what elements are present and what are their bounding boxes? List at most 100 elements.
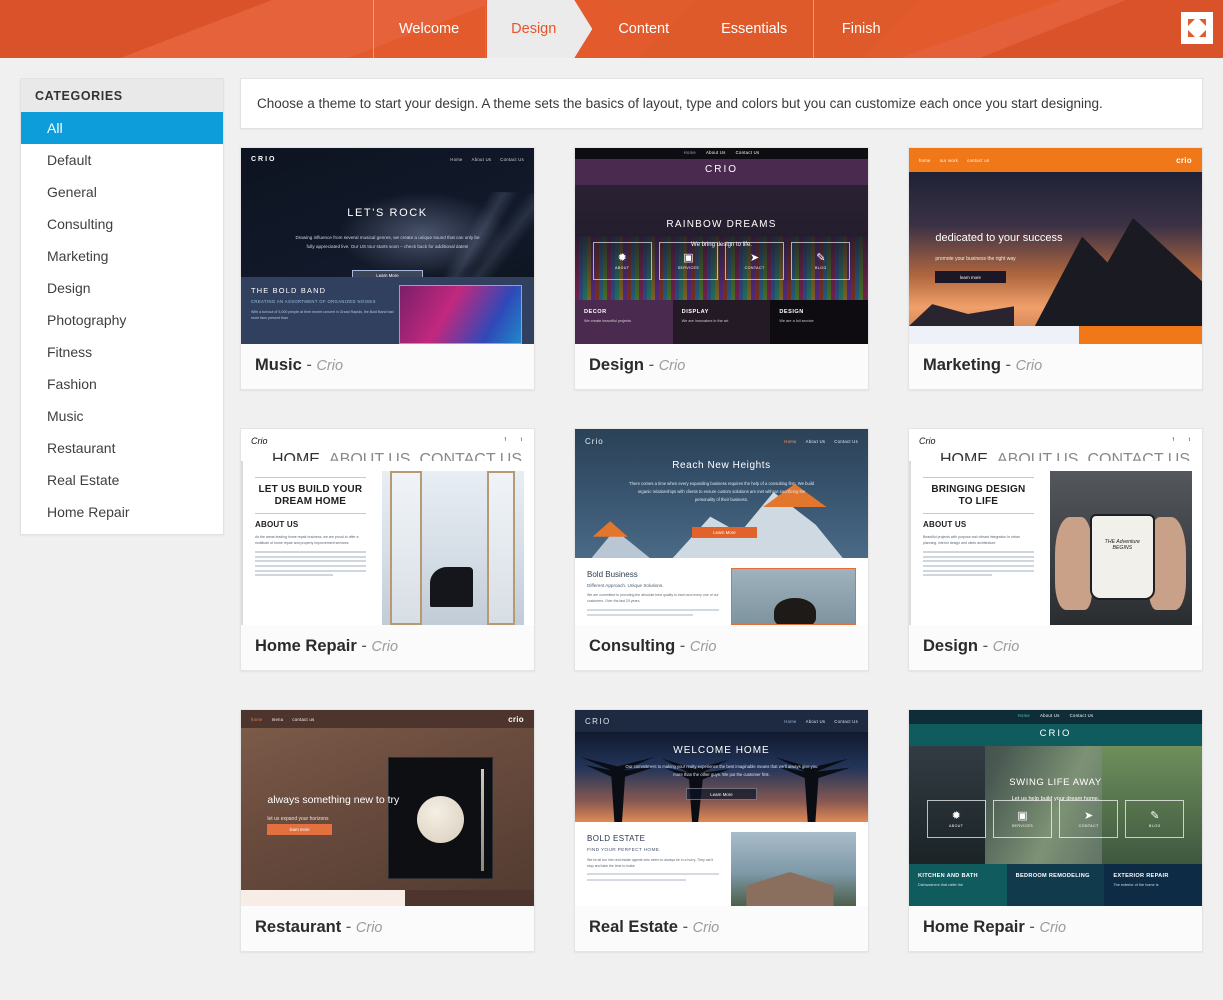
theme-name: Consulting — [589, 637, 676, 655]
sidebar-item-design[interactable]: Design — [21, 272, 223, 304]
theme-template: Crio — [689, 639, 717, 655]
page-body: CATEGORIES All Default General Consultin… — [0, 58, 1223, 1000]
theme-thumbnail: home our work contact us crio dedicated … — [909, 148, 1202, 344]
theme-card-real-estate[interactable]: CRIO Home About Us Contact Us WELCOME HO… — [574, 709, 869, 952]
theme-separator: - — [679, 637, 686, 655]
wizard-step-finish[interactable]: Finish — [813, 0, 909, 58]
preview-body: There comes a time when every expanding … — [629, 480, 814, 502]
sidebar-item-general[interactable]: General — [21, 176, 223, 208]
sidebar-item-real-estate[interactable]: Real Estate — [21, 464, 223, 496]
preview-headline: BRINGING DESIGN TO LIFE — [931, 484, 1026, 507]
sidebar-item-music[interactable]: Music — [21, 400, 223, 432]
sidebar-item-all[interactable]: All — [21, 112, 223, 144]
theme-name: Real Estate — [589, 918, 678, 936]
theme-card-footer: Marketing - Crio — [909, 344, 1202, 389]
wizard-step-welcome[interactable]: Welcome — [373, 0, 485, 58]
preview-nav-link: About Us — [706, 150, 726, 155]
theme-card-restaurant[interactable]: home menu contact us crio always somethi… — [240, 709, 535, 952]
preview-section-title: ABOUT US — [255, 520, 299, 529]
theme-name: Music — [255, 356, 302, 374]
theme-card-home-repair-teal[interactable]: Home About Us Contact Us CRIO SWING LIFE… — [908, 709, 1203, 952]
theme-separator: - — [306, 356, 312, 374]
theme-template: Crio — [355, 920, 383, 936]
gear-icon: ✹ — [617, 251, 627, 264]
preview-section-body: We are committed to providing the absolu… — [587, 593, 719, 604]
sidebar-item-consulting[interactable]: Consulting — [21, 208, 223, 240]
preview-nav-link: About Us — [471, 157, 492, 162]
wizard-header: Welcome Design Content Essentials Finish — [0, 0, 1223, 58]
theme-card-footer: Consulting - Crio — [575, 625, 868, 670]
theme-separator: - — [1029, 918, 1035, 936]
preview-headline: dedicated to your success — [935, 232, 1063, 245]
theme-thumbnail: Home About Us Contact Us CRIO RAINBOW DR… — [575, 148, 868, 344]
preview-tile-label: SERVICES — [677, 265, 700, 270]
theme-separator: - — [345, 918, 352, 936]
theme-card-music[interactable]: CRIO Home About Us Contact Us LET'S ROCK… — [240, 147, 535, 390]
facebook-icon: f — [1172, 437, 1174, 443]
briefcase-icon: ▣ — [1017, 809, 1028, 822]
preview-tile-contact: ➤ CONTACT — [725, 242, 785, 281]
preview-tile-label: ABOUT — [948, 823, 964, 828]
theme-card-footer: Design - Crio — [909, 625, 1202, 670]
preview-brand: crio — [1176, 155, 1192, 165]
sidebar-item-restaurant[interactable]: Restaurant — [21, 432, 223, 464]
preview-column-title: DECOR — [584, 309, 607, 315]
preview-button: learn more — [935, 271, 1006, 284]
preview-section-body: With a turnout of 5,000 people at their … — [251, 310, 394, 321]
wizard-step-design[interactable]: Design — [485, 0, 592, 58]
restore-collapse-icon[interactable] — [1181, 12, 1213, 44]
preview-tile-blog: ✎ BLOG — [791, 242, 851, 281]
preview-nav-link: About Us — [1040, 713, 1060, 718]
preview-nav-link: contact us — [292, 716, 315, 722]
preview-tile-blog: ✎ BLOG — [1125, 800, 1185, 839]
preview-tile-label: ABOUT — [614, 265, 630, 270]
preview-column-title: DESIGN — [779, 309, 804, 315]
preview-tile-about: ✹ ABOUT — [926, 800, 986, 839]
preview-column-title: KITCHEN AND BATH — [918, 873, 978, 879]
sidebar-item-default[interactable]: Default — [21, 144, 223, 176]
theme-card-design-purple[interactable]: Home About Us Contact Us CRIO RAINBOW DR… — [574, 147, 869, 390]
instruction-banner: Choose a theme to start your design. A t… — [240, 78, 1203, 129]
theme-card-home-repair-light[interactable]: Crio f t HOME ABOUT US CONTACT US LET US… — [240, 428, 535, 671]
briefcase-icon: ▣ — [683, 251, 694, 264]
theme-thumbnail: Home About Us Contact Us CRIO SWING LIFE… — [909, 710, 1202, 906]
preview-brand: CRIO — [1039, 728, 1072, 739]
gear-icon: ✹ — [951, 809, 961, 822]
preview-headline: LET US BUILD YOUR DREAM HOME — [258, 484, 363, 507]
paper-plane-icon: ➤ — [1084, 809, 1094, 822]
preview-nav-link: About Us — [805, 718, 826, 724]
preview-headline: LET'S ROCK — [347, 206, 428, 219]
wizard-step-content[interactable]: Content — [592, 0, 695, 58]
sidebar-item-home-repair[interactable]: Home Repair — [21, 496, 223, 528]
preview-nav-link: contact us — [967, 157, 990, 163]
preview-tile-label: BLOG — [815, 265, 827, 270]
sidebar-item-marketing[interactable]: Marketing — [21, 240, 223, 272]
theme-card-design-light[interactable]: Crio f t HOME ABOUT US CONTACT US BRINGI… — [908, 428, 1203, 671]
preview-column-title: BEDROOM REMODELING — [1015, 873, 1090, 879]
theme-template: Crio — [692, 920, 720, 936]
preview-body: As the areas leading home repair busines… — [255, 535, 359, 546]
preview-nav-link: Contact Us — [735, 150, 760, 155]
theme-card-consulting[interactable]: Crio Home About Us Contact Us Reach New … — [574, 428, 869, 671]
preview-tiles: ✹ ABOUT ▣ SERVICES ➤ CONTACT ✎ BLOG — [592, 242, 851, 281]
header-decoration-shape — [0, 0, 300, 58]
preview-column-display: DISPLAY We are innovators in the art — [672, 300, 771, 344]
header-decoration-shape — [900, 0, 1223, 58]
sidebar-item-fashion[interactable]: Fashion — [21, 368, 223, 400]
preview-nav-link: menu — [271, 716, 284, 722]
preview-section-title: Bold Business — [587, 570, 638, 580]
sidebar-item-photography[interactable]: Photography — [21, 304, 223, 336]
theme-thumbnail: home menu contact us crio always somethi… — [241, 710, 534, 906]
wizard-step-label: Finish — [841, 21, 881, 37]
pencil-square-icon: ✎ — [1150, 809, 1160, 822]
preview-tile-about: ✹ ABOUT — [592, 242, 652, 281]
preview-column-decor: DECOR We create beautiful projects — [575, 300, 673, 344]
theme-card-marketing[interactable]: home our work contact us crio dedicated … — [908, 147, 1203, 390]
sidebar-item-fitness[interactable]: Fitness — [21, 336, 223, 368]
preview-section-title: BOLD ESTATE — [587, 834, 646, 844]
preview-body: Our commitment to making your realty exp… — [625, 763, 818, 777]
wizard-step-essentials[interactable]: Essentials — [695, 0, 813, 58]
preview-headline: Reach New Heights — [672, 460, 771, 472]
preview-subhead: promote your business the right way — [935, 255, 1016, 262]
theme-name: Marketing — [923, 356, 1001, 374]
